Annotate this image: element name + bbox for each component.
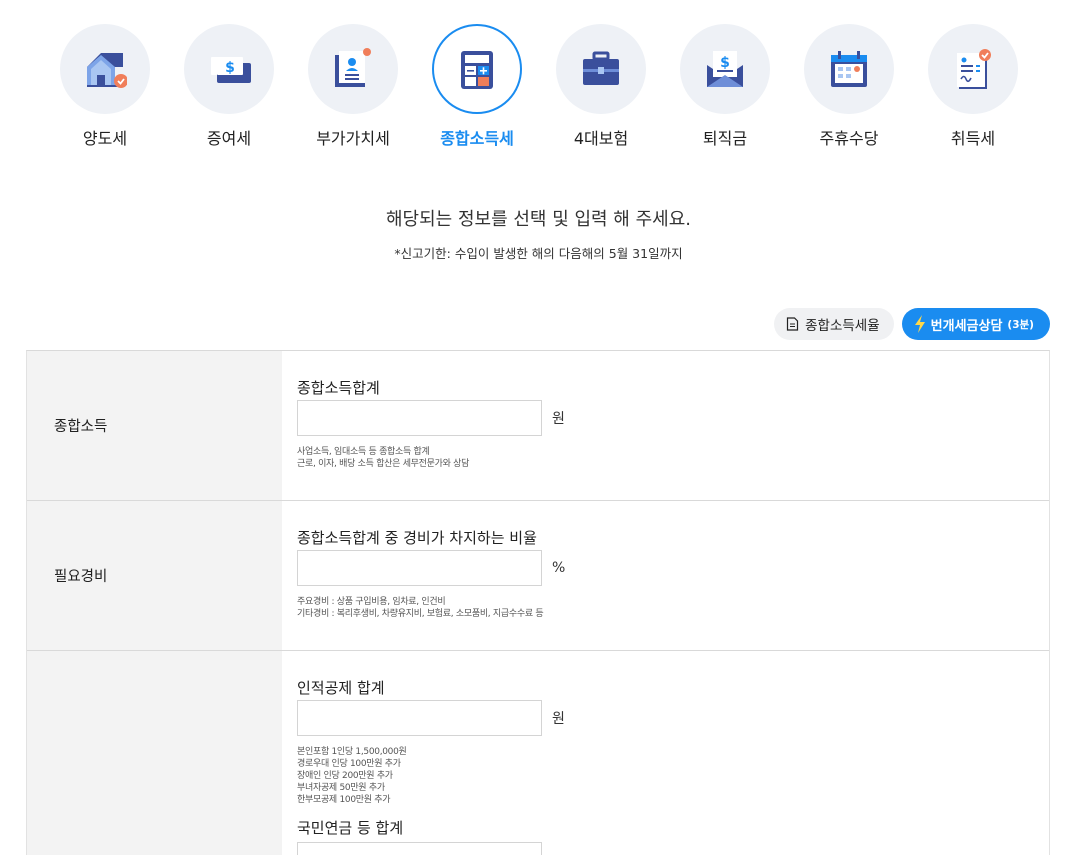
tab-vat[interactable]: 부가가치세 (307, 24, 399, 149)
house-icon (87, 53, 127, 88)
svg-text:$: $ (225, 60, 235, 76)
tab-gift-tax[interactable]: $ 증여세 (183, 24, 275, 149)
tab-severance[interactable]: $ 퇴직금 (679, 24, 771, 149)
lightning-icon (914, 315, 925, 333)
expense-ratio-input[interactable] (297, 550, 542, 586)
pension-total-label: 국민연금 등 합계 (297, 819, 404, 837)
calendar-icon (831, 51, 867, 87)
tab-label: 4대보험 (573, 129, 629, 148)
tab-label: 종합소득세 (440, 129, 514, 148)
tab-income-tax[interactable]: 종합소득세 (431, 24, 523, 149)
tab-capital-gains-tax[interactable]: 양도세 (59, 24, 151, 149)
tab-label: 양도세 (82, 129, 128, 148)
personal-deduction-label: 인적공제 합계 (297, 679, 385, 697)
income-help-text: 사업소득, 임대소득 등 종합소득 합계 근로, 이자, 배당 소득 합산은 세… (297, 447, 470, 469)
deduction-help-text: 본인포함 1인당 1,500,000원 경로우대 인당 100만원 추가 장애인… (297, 747, 407, 805)
contract-icon (957, 49, 991, 89)
unit-label: 원 (552, 711, 565, 727)
svg-text:$: $ (720, 55, 730, 71)
row-heading (27, 651, 282, 855)
tab-acquisition-tax[interactable]: 취득세 (927, 24, 1019, 149)
unit-label: 원 (552, 411, 565, 427)
document-icon (787, 317, 799, 331)
action-buttons: 종합소득세율 번개세금상담 (3분) (774, 308, 1050, 340)
expense-ratio-label: 종합소득합계 중 경비가 차지하는 비율 (297, 529, 537, 547)
total-income-label: 종합소득합계 (297, 379, 380, 397)
guide-title: 해당되는 정보를 선택 및 입력 해 주세요. (385, 209, 691, 230)
tab-weekly-allowance[interactable]: 주휴수당 (803, 24, 895, 149)
money-bill-icon: $ (211, 57, 251, 83)
form-row-income: 종합소득 종합소득합계 원 사업소득, 임대소득 등 종합소득 합계 근로, 이… (27, 351, 1049, 501)
income-tax-rate-button[interactable]: 종합소득세율 (774, 308, 894, 340)
quick-tax-consult-label: 번개세금상담 (930, 318, 1003, 334)
expense-help-text: 주요경비 : 상품 구입비용, 임차료, 인건비 기타경비 : 복리후생비, 차… (297, 597, 544, 619)
personal-deduction-input[interactable] (297, 700, 542, 736)
form-row-expense: 필요경비 종합소득합계 중 경비가 차지하는 비율 % 주요경비 : 상품 구입… (27, 501, 1049, 651)
envelope-money-icon: $ (707, 51, 743, 87)
guide-section: 해당되는 정보를 선택 및 입력 해 주세요. *신고기한: 수입이 발생한 해… (0, 205, 1077, 262)
quick-tax-consult-button[interactable]: 번개세금상담 (3분) (901, 308, 1050, 340)
income-tax-rate-label: 종합소득세율 (805, 318, 880, 334)
unit-label: % (552, 560, 566, 576)
row-heading: 종합소득 (27, 351, 282, 500)
income-tax-form: 종합소득 종합소득합계 원 사업소득, 임대소득 등 종합소득 합계 근로, 이… (26, 350, 1050, 855)
tab-label: 퇴직금 (702, 129, 748, 148)
document-icon (335, 48, 371, 87)
calculator-icon (461, 51, 493, 89)
tab-social-insurance[interactable]: 4대보험 (555, 24, 647, 149)
consult-duration: (3분) (1007, 318, 1034, 331)
tax-category-tabs: 양도세 $ 증여세 부가가치세 종합소득세 4대보험 $ 퇴직금 주휴수당 취득… (59, 24, 1021, 149)
form-row-deduction: 인적공제 합계 원 본인포함 1인당 1,500,000원 경로우대 인당 10… (27, 651, 1049, 855)
row-heading: 필요경비 (27, 501, 282, 650)
filing-deadline-note: *신고기한: 수입이 발생한 해의 다음해의 5월 31일까지 (394, 246, 683, 261)
pension-total-input[interactable] (297, 842, 542, 855)
tab-label: 부가가치세 (316, 129, 390, 148)
briefcase-icon (583, 51, 619, 85)
total-income-input[interactable] (297, 400, 542, 436)
tab-label: 증여세 (206, 129, 252, 148)
tab-label: 취득세 (950, 129, 996, 148)
tab-label: 주휴수당 (819, 129, 879, 148)
